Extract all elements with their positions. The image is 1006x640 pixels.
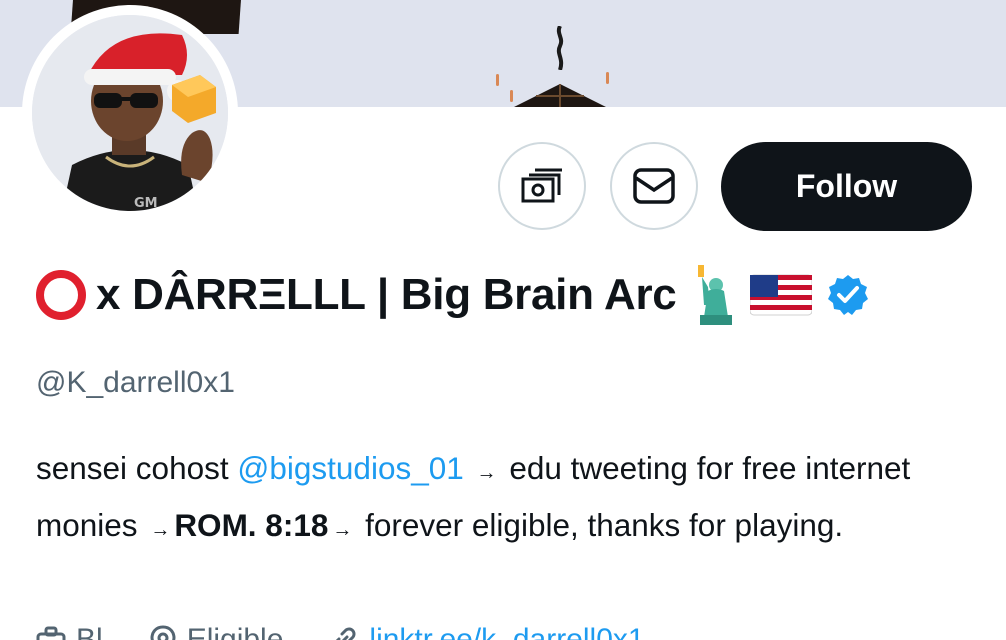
bio-text: sensei cohost bbox=[36, 450, 229, 486]
bio-text: forever eligible, thanks for playing. bbox=[365, 507, 844, 543]
bio-mention-link[interactable]: @bigstudios_01 bbox=[237, 450, 463, 486]
banner-spark bbox=[606, 72, 609, 84]
follow-button[interactable]: Follow bbox=[721, 142, 972, 231]
briefcase-icon bbox=[36, 626, 66, 640]
banner-chessboard-shape bbox=[514, 84, 606, 107]
meta-category-label: Bl bbox=[76, 623, 103, 640]
message-button[interactable] bbox=[610, 142, 698, 230]
display-name: x DÂRRΞLLL | Big Brain Arc bbox=[36, 265, 870, 325]
arrow-glyph: → bbox=[476, 462, 497, 484]
red-circle-emoji bbox=[36, 270, 86, 320]
profile-handle: @K_darrell0x1 bbox=[36, 366, 235, 399]
tip-button[interactable] bbox=[498, 142, 586, 230]
arrow-glyph: → bbox=[150, 519, 171, 541]
banner-smoke-shape bbox=[556, 26, 564, 70]
profile-meta-row: Bl Eligible linktr.ee/k_darrell0x1 bbox=[36, 620, 691, 640]
us-flag-icon bbox=[750, 274, 813, 316]
meta-link-url[interactable]: linktr.ee/k_darrell0x1 bbox=[369, 623, 644, 640]
profile-bio: sensei cohost @bigstudios_01 → edu tweet… bbox=[36, 442, 986, 556]
verified-badge-icon[interactable] bbox=[826, 273, 870, 317]
bio-bold-text: ROM. 8:18 bbox=[174, 507, 329, 543]
meta-location-label: Eligible bbox=[186, 623, 284, 640]
banner-spark bbox=[510, 90, 513, 102]
arrow-glyph: → bbox=[332, 519, 353, 541]
meta-category: Bl bbox=[36, 623, 103, 640]
statue-of-liberty-icon bbox=[698, 265, 733, 325]
avatar[interactable]: GM bbox=[32, 15, 228, 211]
avatar-portrait: GM bbox=[32, 15, 228, 211]
money-icon bbox=[521, 168, 562, 203]
meta-location: Eligible bbox=[149, 623, 284, 640]
link-icon bbox=[336, 627, 356, 640]
display-name-text: x DÂRRΞLLL | Big Brain Arc bbox=[96, 270, 677, 319]
meta-link[interactable]: linktr.ee/k_darrell0x1 bbox=[329, 623, 645, 640]
location-pin-icon bbox=[150, 625, 176, 640]
banner-spark bbox=[496, 74, 499, 86]
envelope-icon bbox=[633, 168, 675, 204]
